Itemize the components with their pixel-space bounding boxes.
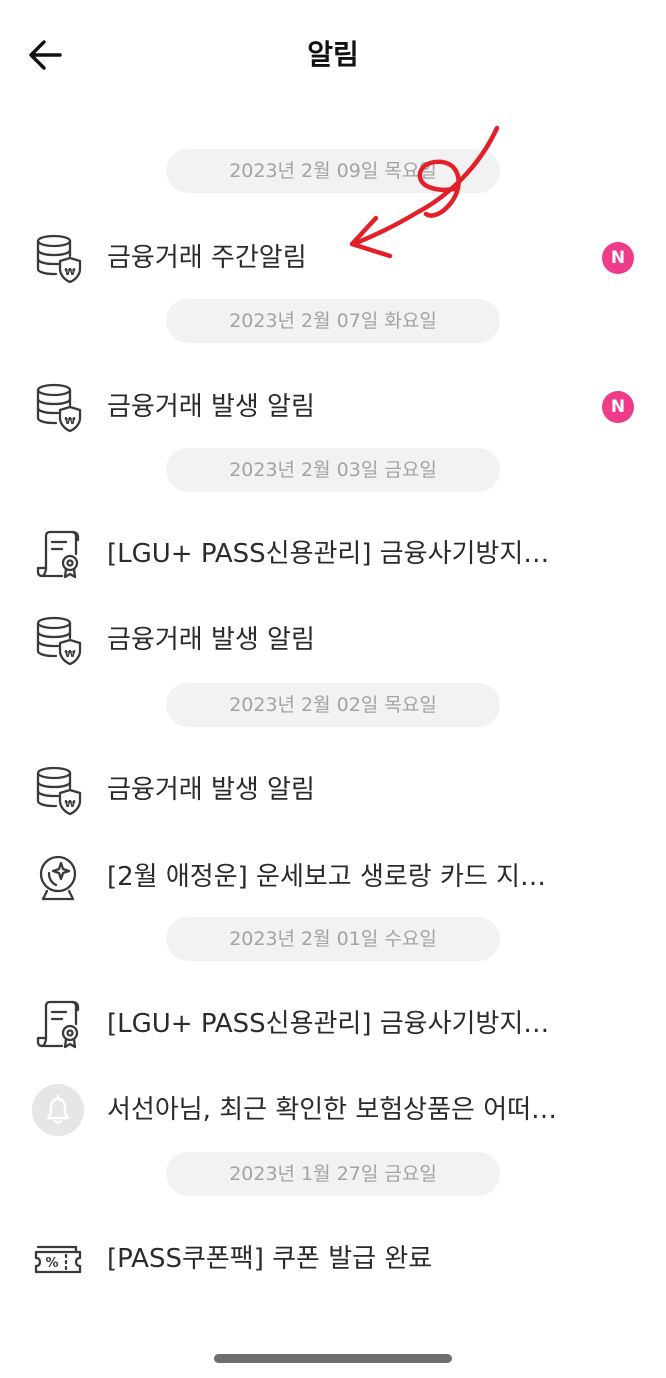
date-separator: 2023년 2월 09일 목요일	[166, 149, 500, 193]
page-title: 알림	[307, 38, 359, 71]
date-separator: 2023년 2월 01일 수요일	[166, 917, 500, 961]
date-separator: 2023년 2월 02일 목요일	[166, 683, 500, 727]
notification-title: 금융거래 발생 알림	[107, 392, 315, 422]
new-badge: N	[602, 242, 634, 274]
home-indicator[interactable]	[214, 1354, 452, 1363]
notification-item[interactable]: 금융거래 발생 알림	[0, 608, 666, 672]
notification-title: [2월 애정운] 운세보고 생로랑 카드 지…	[107, 862, 547, 892]
header: 알림	[0, 0, 666, 110]
coin-shield-icon	[32, 232, 84, 284]
notification-item[interactable]: 서선아님, 최근 확인한 보험상품은 어떠…	[0, 1078, 666, 1142]
certificate-icon	[32, 998, 84, 1050]
crystal-ball-icon	[32, 851, 84, 903]
notification-item[interactable]: [2월 애정운] 운세보고 생로랑 카드 지…	[0, 845, 666, 909]
notification-item[interactable]: 금융거래 주간알림 N	[0, 226, 666, 290]
notification-title: 서선아님, 최근 확인한 보험상품은 어떠…	[107, 1095, 558, 1125]
notification-title: [PASS쿠폰팩] 쿠폰 발급 완료	[107, 1244, 433, 1274]
coin-shield-icon	[32, 381, 84, 433]
notification-item[interactable]: 금융거래 발생 알림 N	[0, 375, 666, 439]
notification-item[interactable]: [LGU+ PASS신용관리] 금융사기방지…	[0, 522, 666, 586]
new-badge: N	[602, 391, 634, 423]
coin-shield-icon	[32, 764, 84, 816]
notification-title: 금융거래 발생 알림	[107, 775, 315, 805]
notification-title: 금융거래 주간알림	[107, 243, 307, 273]
notification-title: 금융거래 발생 알림	[107, 625, 315, 655]
notification-item[interactable]: [LGU+ PASS신용관리] 금융사기방지…	[0, 992, 666, 1056]
notification-title: [LGU+ PASS신용관리] 금융사기방지…	[107, 539, 550, 569]
coin-shield-icon	[32, 614, 84, 666]
certificate-icon	[32, 528, 84, 580]
notification-item[interactable]: 금융거래 발생 알림	[0, 758, 666, 822]
notification-title: [LGU+ PASS신용관리] 금융사기방지…	[107, 1009, 550, 1039]
notification-item[interactable]: [PASS쿠폰팩] 쿠폰 발급 완료	[0, 1227, 666, 1291]
coupon-icon	[32, 1233, 84, 1285]
bell-icon	[32, 1084, 84, 1136]
date-separator: 2023년 1월 27일 금요일	[166, 1152, 500, 1196]
date-separator: 2023년 2월 03일 금요일	[166, 448, 500, 492]
date-separator: 2023년 2월 07일 화요일	[166, 299, 500, 343]
